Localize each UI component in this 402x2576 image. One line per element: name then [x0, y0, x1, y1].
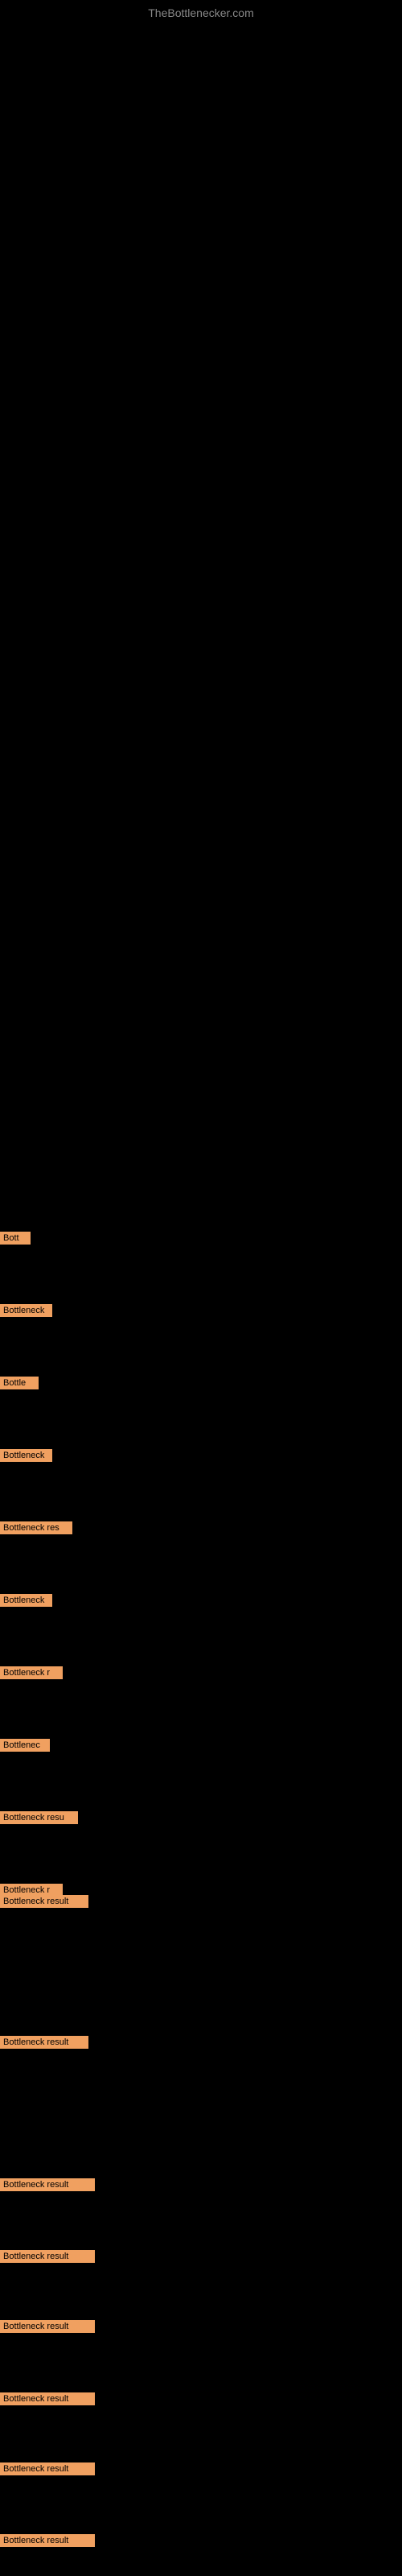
- bottleneck-label-container: Bottleneck result: [0, 2392, 95, 2409]
- bottleneck-result-label: Bottleneck result: [0, 1895, 88, 1908]
- page-content: TheBottlenecker.com: [0, 0, 402, 23]
- bottleneck-label-container: Bottleneck result: [0, 2250, 95, 2267]
- bottleneck-label-container: Bottleneck result: [0, 2320, 95, 2337]
- bottleneck-label-container: Bottleneck: [0, 1304, 52, 1321]
- bottleneck-result-label: Bottlenec: [0, 1739, 50, 1752]
- bottleneck-label-container: Bott: [0, 1232, 31, 1249]
- bottleneck-result-label: Bottleneck resu: [0, 1811, 78, 1824]
- bottleneck-label-container: Bottleneck: [0, 1449, 52, 1466]
- bottleneck-result-label: Bottleneck res: [0, 1521, 72, 1534]
- bottleneck-result-label: Bott: [0, 1232, 31, 1245]
- bottleneck-result-label: Bottleneck result: [0, 2178, 95, 2191]
- bottleneck-label-container: Bottleneck resu: [0, 1811, 78, 1828]
- bottleneck-result-label: Bottleneck result: [0, 2462, 95, 2475]
- bottleneck-label-container: Bottleneck: [0, 1594, 52, 1611]
- bottleneck-label-container: Bottleneck result: [0, 2534, 95, 2551]
- bottleneck-result-label: Bottleneck: [0, 1594, 52, 1607]
- site-title: TheBottlenecker.com: [0, 0, 402, 23]
- bottleneck-result-label: Bottleneck result: [0, 2036, 88, 2049]
- bottleneck-label-container: Bottlenec: [0, 1739, 50, 1756]
- bottleneck-result-label: Bottleneck result: [0, 2320, 95, 2333]
- bottleneck-label-container: Bottleneck result: [0, 2462, 95, 2479]
- bottleneck-label-container: Bottleneck res: [0, 1521, 72, 1538]
- bottleneck-label-container: Bottleneck result: [0, 2178, 95, 2195]
- bottleneck-result-label: Bottleneck result: [0, 2534, 95, 2547]
- bottleneck-result-label: Bottle: [0, 1377, 39, 1389]
- bottleneck-result-label: Bottleneck r: [0, 1666, 63, 1679]
- bottleneck-label-container: Bottleneck r: [0, 1666, 63, 1683]
- bottleneck-label-container: Bottle: [0, 1377, 39, 1393]
- bottleneck-result-label: Bottleneck result: [0, 2392, 95, 2405]
- bottleneck-result-label: Bottleneck result: [0, 2250, 95, 2263]
- bottleneck-result-label: Bottleneck: [0, 1449, 52, 1462]
- bottleneck-label-container: Bottleneck result: [0, 1895, 88, 1912]
- bottleneck-result-label: Bottleneck: [0, 1304, 52, 1317]
- bottleneck-label-container: Bottleneck result: [0, 2036, 88, 2053]
